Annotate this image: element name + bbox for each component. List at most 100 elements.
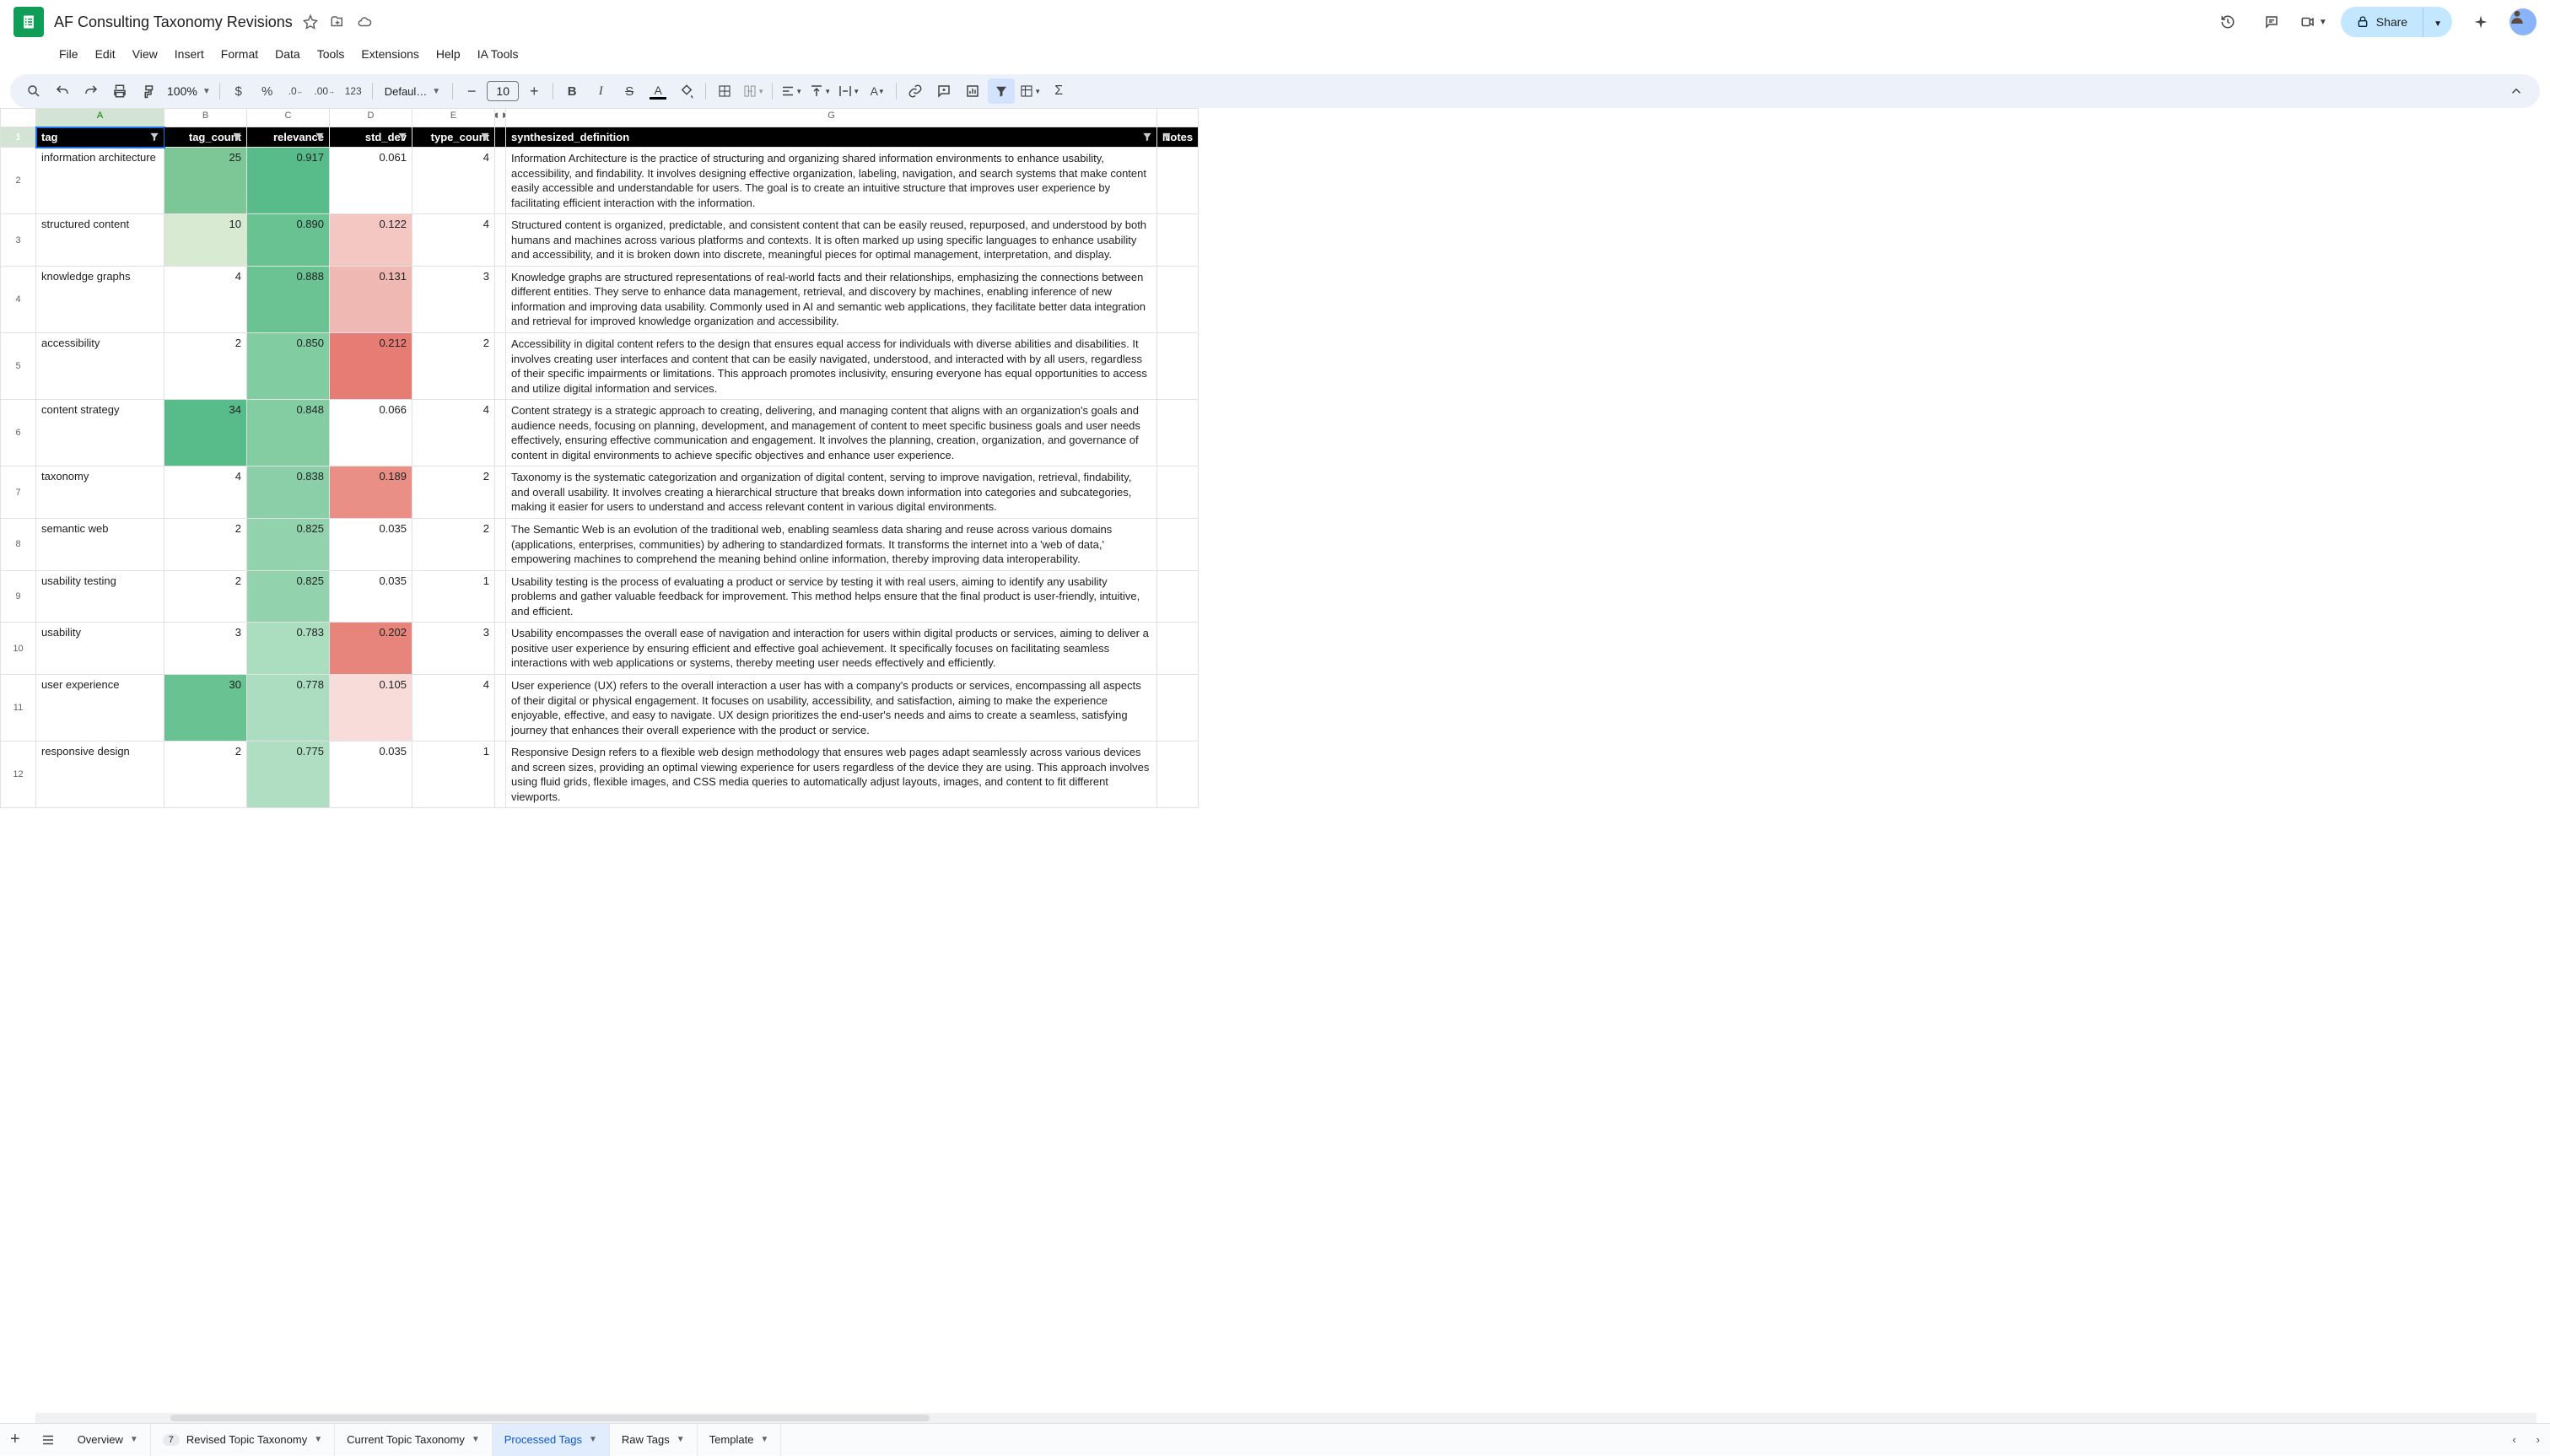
- print-icon[interactable]: [106, 78, 133, 104]
- cell-definition[interactable]: Taxonomy is the systematic categorizatio…: [506, 466, 1157, 519]
- cell-definition[interactable]: Knowledge graphs are structured represen…: [506, 266, 1157, 332]
- hidden-col-indicator[interactable]: ◀▶: [495, 109, 506, 127]
- cell-definition[interactable]: The Semantic Web is an evolution of the …: [506, 519, 1157, 571]
- cell-relevance[interactable]: 0.775: [247, 741, 330, 808]
- cell-count[interactable]: 2: [164, 519, 247, 571]
- tab-scroll-right[interactable]: ›: [2526, 1424, 2550, 1456]
- cell-notes[interactable]: [1157, 519, 1199, 571]
- rotate-icon[interactable]: A▼: [864, 78, 891, 104]
- cell-notes[interactable]: [1157, 570, 1199, 623]
- functions-icon[interactable]: Σ: [1045, 78, 1072, 104]
- cell-notes[interactable]: [1157, 214, 1199, 267]
- cell-typecount[interactable]: 4: [412, 674, 495, 741]
- row-header[interactable]: 7: [1, 466, 36, 519]
- cell-stddev[interactable]: 0.035: [330, 741, 412, 808]
- row-header[interactable]: 11: [1, 674, 36, 741]
- merge-cells-icon[interactable]: ▼: [740, 78, 767, 104]
- menu-format[interactable]: Format: [214, 44, 265, 64]
- col-header[interactable]: A: [36, 109, 164, 127]
- cloud-icon[interactable]: [357, 14, 372, 30]
- menu-help[interactable]: Help: [429, 44, 467, 64]
- cell-definition[interactable]: Accessibility in digital content refers …: [506, 333, 1157, 400]
- cell-relevance[interactable]: 0.917: [247, 148, 330, 214]
- cell-definition[interactable]: Usability testing is the process of eval…: [506, 570, 1157, 623]
- menu-data[interactable]: Data: [268, 44, 307, 64]
- cell-relevance[interactable]: 0.825: [247, 570, 330, 623]
- menu-file[interactable]: File: [52, 44, 85, 64]
- wrap-icon[interactable]: ▼: [835, 78, 862, 104]
- table-view-icon[interactable]: ▼: [1016, 78, 1043, 104]
- collapse-icon[interactable]: [2503, 78, 2530, 104]
- filter-icon[interactable]: [479, 131, 491, 145]
- chevron-down-icon[interactable]: ▼: [472, 1435, 480, 1444]
- horizontal-scrollbar[interactable]: [35, 1413, 2537, 1423]
- sheet-tab[interactable]: Overview▼: [66, 1424, 151, 1456]
- cell-notes[interactable]: [1157, 148, 1199, 214]
- redo-icon[interactable]: [78, 78, 105, 104]
- col-header[interactable]: C: [247, 109, 330, 127]
- paint-format-icon[interactable]: [135, 78, 162, 104]
- share-button[interactable]: Share: [2341, 7, 2423, 37]
- cell-tag[interactable]: taxonomy: [36, 466, 164, 519]
- cell-count[interactable]: 10: [164, 214, 247, 267]
- cell-count[interactable]: 2: [164, 570, 247, 623]
- decrease-decimal-icon[interactable]: .0←: [283, 78, 310, 104]
- fill-color-icon[interactable]: [673, 78, 700, 104]
- sheet-tab[interactable]: 7Revised Topic Taxonomy▼: [151, 1424, 335, 1456]
- increase-font-icon[interactable]: +: [520, 78, 547, 104]
- cell-stddev[interactable]: 0.105: [330, 674, 412, 741]
- sheet-tab[interactable]: Template▼: [698, 1424, 782, 1456]
- menu-ia-tools[interactable]: IA Tools: [471, 44, 526, 64]
- chart-icon[interactable]: [959, 78, 986, 104]
- row-header[interactable]: 8: [1, 519, 36, 571]
- increase-decimal-icon[interactable]: .00→: [311, 78, 338, 104]
- cell-count[interactable]: 25: [164, 148, 247, 214]
- percent-icon[interactable]: %: [254, 78, 281, 104]
- cell-typecount[interactable]: 4: [412, 214, 495, 267]
- cell-tag[interactable]: structured content: [36, 214, 164, 267]
- cell-relevance[interactable]: 0.825: [247, 519, 330, 571]
- cell[interactable]: type_count: [412, 127, 495, 148]
- chevron-down-icon[interactable]: ▼: [760, 1435, 768, 1444]
- cell-notes[interactable]: [1157, 674, 1199, 741]
- row-header[interactable]: 9: [1, 570, 36, 623]
- more-formats-icon[interactable]: 123: [340, 78, 367, 104]
- row-header[interactable]: 5: [1, 333, 36, 400]
- cell-count[interactable]: 4: [164, 266, 247, 332]
- cell-relevance[interactable]: 0.850: [247, 333, 330, 400]
- cell[interactable]: tag: [36, 127, 164, 148]
- filter-icon[interactable]: [314, 131, 326, 145]
- cell-count[interactable]: 34: [164, 400, 247, 466]
- cell-typecount[interactable]: 3: [412, 623, 495, 675]
- cell-typecount[interactable]: 1: [412, 570, 495, 623]
- borders-icon[interactable]: [711, 78, 738, 104]
- cell-stddev[interactable]: 0.066: [330, 400, 412, 466]
- cell-relevance[interactable]: 0.888: [247, 266, 330, 332]
- cell[interactable]: tag_count: [164, 127, 247, 148]
- filter-icon[interactable]: [1141, 131, 1153, 145]
- cell-definition[interactable]: Content strategy is a strategic approach…: [506, 400, 1157, 466]
- cell-definition[interactable]: User experience (UX) refers to the overa…: [506, 674, 1157, 741]
- text-color-icon[interactable]: A: [644, 78, 671, 104]
- cell-stddev[interactable]: 0.122: [330, 214, 412, 267]
- row-header[interactable]: 2: [1, 148, 36, 214]
- col-header[interactable]: D: [330, 109, 412, 127]
- cell-notes[interactable]: [1157, 466, 1199, 519]
- menu-tools[interactable]: Tools: [310, 44, 352, 64]
- cell-stddev[interactable]: 0.035: [330, 519, 412, 571]
- chevron-down-icon[interactable]: ▼: [589, 1435, 597, 1444]
- sheets-logo[interactable]: [13, 7, 44, 37]
- filter-icon[interactable]: [231, 131, 243, 145]
- cell-tag[interactable]: information architecture: [36, 148, 164, 214]
- cell-definition[interactable]: Responsive Design refers to a flexible w…: [506, 741, 1157, 808]
- cell-typecount[interactable]: 1: [412, 741, 495, 808]
- comments-icon[interactable]: [2256, 7, 2287, 37]
- cell-relevance[interactable]: 0.778: [247, 674, 330, 741]
- cell-count[interactable]: 2: [164, 741, 247, 808]
- cell-stddev[interactable]: 0.131: [330, 266, 412, 332]
- row-header[interactable]: 10: [1, 623, 36, 675]
- decrease-font-icon[interactable]: −: [458, 78, 485, 104]
- cell[interactable]: std_dev: [330, 127, 412, 148]
- cell[interactable]: Notes: [1157, 127, 1199, 148]
- move-icon[interactable]: [330, 14, 345, 30]
